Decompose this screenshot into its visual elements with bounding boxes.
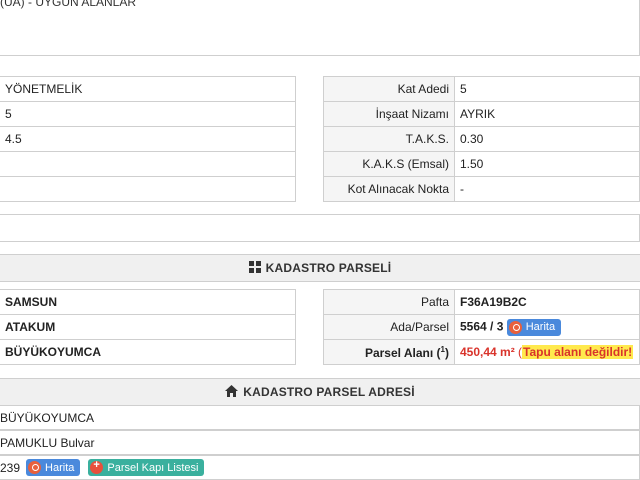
kadastro-parsel-adresi-title: KADASTRO PARSEL ADRESİ (243, 385, 415, 399)
parsel-alani-value: 450,44 m² (460, 345, 515, 359)
parsel-kapi-listesi-label: Parsel Kapı Listesi (107, 461, 199, 474)
kot-label: Kot Alınacak Nokta (323, 176, 455, 202)
il-value: SAMSUN (0, 289, 296, 315)
adres-harita-button-label: Harita (45, 461, 75, 474)
adres-kapi-row: 239 Harita Parsel Kapı Listesi (0, 455, 640, 480)
mahalle-value: BÜYÜKOYUMCA (0, 339, 296, 365)
zoning-status-text: (UA) - UYGUN ALANLAR (0, 0, 137, 9)
zoning-status-row: (UA) - UYGUN ALANLAR (0, 0, 640, 56)
ilce-value: ATAKUM (0, 314, 296, 340)
pafta-value: F36A19B2C (454, 289, 640, 315)
harita-button[interactable]: Harita (506, 318, 562, 336)
ada-parsel-label: Ada/Parsel (323, 314, 455, 340)
tapu-alani-warning: Tapu alanı değildir! (522, 345, 634, 359)
plan-left-cell (0, 176, 296, 202)
parsel-alani-label-close: ) (445, 345, 449, 360)
ada-parsel-cell: 5564 / 3 Harita (454, 314, 640, 340)
parsel-alani-cell: 450,44 m² (Tapu alanı değildir! (454, 339, 640, 365)
plan-left-cell: 4.5 (0, 126, 296, 152)
spacer-row (0, 214, 640, 242)
taks-value: 0.30 (454, 126, 640, 152)
kadastro-parsel-adresi-header: KADASTRO PARSEL ADRESİ (0, 378, 640, 406)
grid-icon (248, 260, 261, 276)
map-pin-icon (508, 320, 522, 334)
plan-left-table: YÖNETMELİK 5 4.5 (0, 76, 296, 202)
plan-left-cell: YÖNETMELİK (0, 76, 296, 102)
adres-harita-button[interactable]: Harita (26, 459, 81, 476)
plan-right-table: Kat Adedi 5 İnşaat Nizamı AYRIK T.A.K.S.… (323, 76, 640, 202)
home-icon (225, 384, 239, 400)
parsel-kapi-listesi-button[interactable]: Parsel Kapı Listesi (88, 459, 205, 476)
adres-kapi-value: 239 (0, 460, 21, 475)
kat-adedi-label: Kat Adedi (323, 76, 455, 102)
adres-mahalle-row: BÜYÜKOYUMCA (0, 405, 640, 430)
ada-parsel-value: 5564 / 3 (460, 319, 504, 334)
map-pin-icon (28, 461, 42, 474)
kadastro-right-table: Pafta F36A19B2C Ada/Parsel 5564 / 3 Hari… (323, 289, 640, 365)
harita-button-label: Harita (525, 321, 556, 333)
kadastro-parseli-header: KADASTRO PARSELİ (0, 254, 640, 282)
kat-adedi-value: 5 (454, 76, 640, 102)
adres-mahalle-value: BÜYÜKOYUMCA (0, 410, 95, 425)
parsel-alani-label: Parsel Alanı (1) (323, 339, 455, 365)
adres-sokak-value: PAMUKLU Bulvar (0, 435, 95, 450)
insaat-nizami-label: İnşaat Nizamı (323, 101, 455, 127)
kot-value: - (454, 176, 640, 202)
kaks-value: 1.50 (454, 151, 640, 177)
kadastro-parseli-title: KADASTRO PARSELİ (265, 261, 392, 275)
adres-sokak-row: PAMUKLU Bulvar (0, 430, 640, 455)
taks-label: T.A.K.S. (323, 126, 455, 152)
plan-left-cell (0, 151, 296, 177)
pafta-label: Pafta (323, 289, 455, 315)
parsel-alani-label-text: Parsel Alanı ( (364, 345, 441, 360)
plus-icon (90, 459, 104, 474)
kadastro-left-table: SAMSUN ATAKUM BÜYÜKOYUMCA (0, 289, 296, 365)
kaks-label: K.A.K.S (Emsal) (323, 151, 455, 177)
insaat-nizami-value: AYRIK (454, 101, 640, 127)
plan-left-cell: 5 (0, 101, 296, 127)
